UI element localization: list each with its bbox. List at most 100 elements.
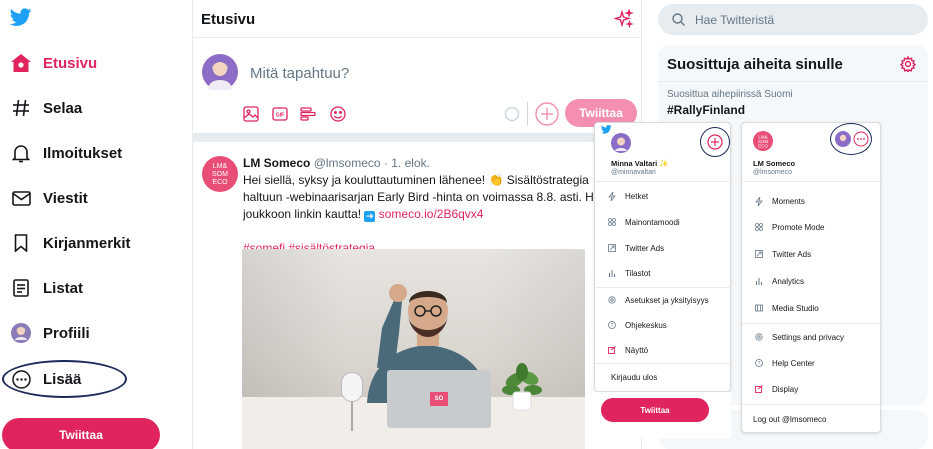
nav-item-selaa[interactable]: Selaa [0, 90, 82, 126]
bookmark-icon [0, 234, 38, 252]
nav-item-lisaa[interactable]: Lisää [0, 361, 81, 397]
avatar[interactable]: LM& SOM ECO [753, 131, 773, 151]
menu-item-promote-mode[interactable]: Promote Mode [742, 220, 824, 234]
menu-label: Ohjekeskus [625, 320, 667, 330]
tweet-line: joukkoon linkin kautta! ➔ someco.io/2B6q… [243, 206, 643, 223]
menu-item-hetket[interactable]: Hetket [595, 189, 648, 203]
image-icon[interactable] [243, 106, 259, 122]
menu-label: Hetket [625, 191, 649, 201]
nav-label: Viestit [43, 189, 88, 207]
svg-text:LM&: LM& [213, 163, 228, 170]
menu-label: Näyttö [625, 345, 649, 355]
tweet-author[interactable]: LM Someco [243, 156, 310, 170]
menu-item-media-studio[interactable]: Media Studio [742, 301, 819, 315]
menu-item-display[interactable]: Display [742, 382, 798, 396]
page-title: Etusivu [201, 11, 256, 28]
gif-icon[interactable]: GIF [272, 106, 288, 122]
avatar [202, 54, 238, 90]
nav-label: Lisää [43, 370, 82, 388]
svg-text:GIF: GIF [276, 113, 284, 119]
tweet-link[interactable]: someco.io/2B6qvx4 [379, 207, 484, 221]
menu-item-asetukset[interactable]: Asetukset ja yksityisyys [595, 293, 709, 307]
ads-icon [601, 244, 623, 252]
menu-label: Help Center [772, 358, 815, 368]
twitter-logo-icon[interactable] [10, 8, 32, 27]
analytics-icon [601, 269, 623, 277]
account-name: LM Someco [753, 159, 796, 168]
search-bar[interactable]: Hae Twitteristä [658, 4, 928, 35]
nav-item-ilmoitukset[interactable]: Ilmoitukset [0, 135, 122, 171]
menu-label: Analytics [772, 276, 805, 286]
divider [742, 181, 882, 182]
hashtag-icon [0, 99, 38, 117]
sparkle-icon[interactable] [614, 9, 634, 29]
analytics-icon [748, 277, 770, 285]
nav-item-listat[interactable]: Listat [0, 270, 83, 306]
mail-icon [0, 190, 38, 206]
more-icon [0, 369, 38, 389]
trend-context: Suosittua aihepiirissä Suomi [667, 89, 793, 100]
menu-label: Media Studio [772, 303, 819, 313]
character-count-ring [504, 106, 520, 122]
gear-icon [748, 333, 770, 341]
tweet-date[interactable]: · 1. elok. [384, 156, 430, 170]
ads-icon [748, 250, 770, 258]
trends-header: Suosittuja aiheita sinulle [658, 45, 928, 82]
help-icon: ? [601, 321, 623, 329]
settings-gear-icon[interactable] [900, 56, 916, 72]
microphone [341, 372, 363, 402]
account-menu-en: LM& SOM ECO LM Someco @lmsomeco Moments Pr… [741, 122, 882, 433]
divider [527, 102, 528, 126]
account-handle: @minnavaltari [611, 169, 656, 176]
promote-icon [748, 223, 770, 231]
menu-item-log-out[interactable]: Log out @lmsomeco [742, 412, 827, 426]
add-tweet-icon[interactable] [535, 102, 559, 126]
lightning-icon [748, 196, 770, 206]
nav-label: Etusivu [43, 54, 98, 72]
gear-icon [601, 296, 623, 304]
composer-input[interactable]: Mitä tapahtuu? [250, 65, 349, 82]
menu-item-help-center[interactable]: ? Help Center [742, 356, 815, 370]
nav-label: Kirjanmerkit [43, 234, 131, 252]
nav-item-kirjanmerkit[interactable]: Kirjanmerkit [0, 225, 131, 261]
nav-item-etusivu[interactable]: Etusivu [0, 45, 97, 81]
list-icon [0, 279, 38, 297]
trend-name[interactable]: #RallyFinland [667, 103, 745, 117]
nav-item-viestit[interactable]: Viestit [0, 180, 88, 216]
overlay-tweet-button[interactable]: Twiittaa [601, 398, 709, 422]
tweet-image[interactable]: SO [242, 249, 585, 449]
nav-label: Profiili [43, 324, 90, 342]
menu-item-twitter-ads[interactable]: Twitter Ads [742, 247, 811, 261]
menu-label: Settings and privacy [772, 332, 845, 342]
divider [595, 287, 732, 288]
poll-icon[interactable] [300, 106, 316, 122]
emoji-icon[interactable] [330, 106, 346, 122]
more-accounts-icon[interactable] [853, 131, 869, 147]
menu-item-kirjaudu-ulos[interactable]: Kirjaudu ulos [595, 370, 657, 384]
menu-item-ohjekeskus[interactable]: ? Ohjekeskus [595, 318, 667, 332]
tweet-handle[interactable]: @lmsomeco [314, 156, 381, 170]
menu-item-naytto[interactable]: Näyttö [595, 343, 648, 357]
laptop-logo: SO [430, 392, 448, 406]
menu-item-mainontamoodi[interactable]: Mainontamoodi [595, 215, 680, 229]
menu-item-twitter-ads[interactable]: Twitter Ads [595, 241, 664, 255]
divider [742, 323, 882, 324]
menu-item-analytics[interactable]: Analytics [742, 274, 804, 288]
tweet-line: Hei siellä, syksy ja kouluttautuminen lä… [243, 173, 589, 187]
nav-label: Listat [43, 279, 84, 297]
film-icon [748, 304, 770, 312]
menu-item-moments[interactable]: Moments [742, 194, 805, 208]
menu-item-tilastot[interactable]: Tilastot [595, 266, 651, 280]
search-icon [672, 13, 685, 26]
avatar[interactable] [611, 133, 631, 153]
switch-account-avatar[interactable] [835, 131, 851, 147]
tweet-header: LM Someco @lmsomeco · 1. elok. [243, 156, 430, 170]
home-icon [0, 54, 38, 72]
tweet-button[interactable]: Twiittaa [2, 418, 160, 449]
menu-item-settings[interactable]: Settings and privacy [742, 330, 844, 344]
overlay-left-footer: Twiittaa [594, 392, 731, 438]
search-input[interactable]: Hae Twitteristä [695, 13, 774, 27]
menu-label: Log out @lmsomeco [753, 414, 827, 424]
nav-item-profiili[interactable]: Profiili [0, 315, 90, 351]
add-account-icon[interactable] [700, 127, 730, 157]
